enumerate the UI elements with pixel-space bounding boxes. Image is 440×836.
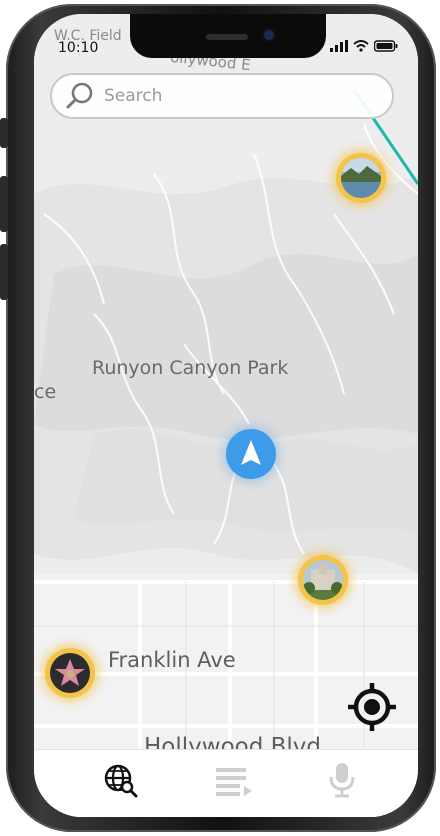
search-bar[interactable]: Search (50, 73, 394, 119)
photo-marker-walk-of-fame-star[interactable] (45, 648, 95, 698)
building-photo-thumbnail (303, 560, 343, 600)
lake-photo-thumbnail (341, 158, 381, 198)
volume-down-button (0, 244, 8, 300)
battery-icon (374, 40, 398, 52)
wifi-icon (353, 40, 369, 52)
signal-icon (330, 40, 348, 52)
volume-up-button (0, 176, 8, 232)
notch (130, 14, 326, 58)
mute-switch (0, 118, 8, 148)
status-time: 10:10 (58, 40, 99, 56)
globe-search-icon (104, 764, 138, 798)
tab-bar (34, 749, 418, 817)
tab-explore[interactable] (100, 760, 140, 800)
navigation-arrow-icon (241, 440, 261, 465)
search-input[interactable]: Search (104, 86, 162, 106)
map-label-runyon-canyon-park: Runyon Canyon Park (92, 357, 289, 379)
photo-marker-lake[interactable] (336, 153, 386, 203)
photo-marker-building[interactable] (298, 555, 348, 605)
star-photo-thumbnail (50, 653, 90, 693)
speaker-grille (206, 34, 248, 40)
current-location-marker (226, 429, 276, 479)
map-label-partial-left: ce (34, 381, 57, 403)
status-icons (330, 40, 398, 52)
search-icon (66, 82, 93, 109)
microphone-icon (329, 763, 355, 798)
map-label-franklin-ave: Franklin Ave (108, 648, 236, 672)
list-play-icon (216, 768, 252, 796)
crosshair-icon (348, 683, 396, 731)
tab-voice[interactable] (322, 760, 362, 800)
recenter-button[interactable] (346, 681, 398, 733)
phone-screen: W.C. Field ollywood E Runyon Canyon Park… (34, 14, 418, 817)
front-camera (264, 30, 274, 40)
tab-playlist[interactable] (214, 760, 254, 800)
